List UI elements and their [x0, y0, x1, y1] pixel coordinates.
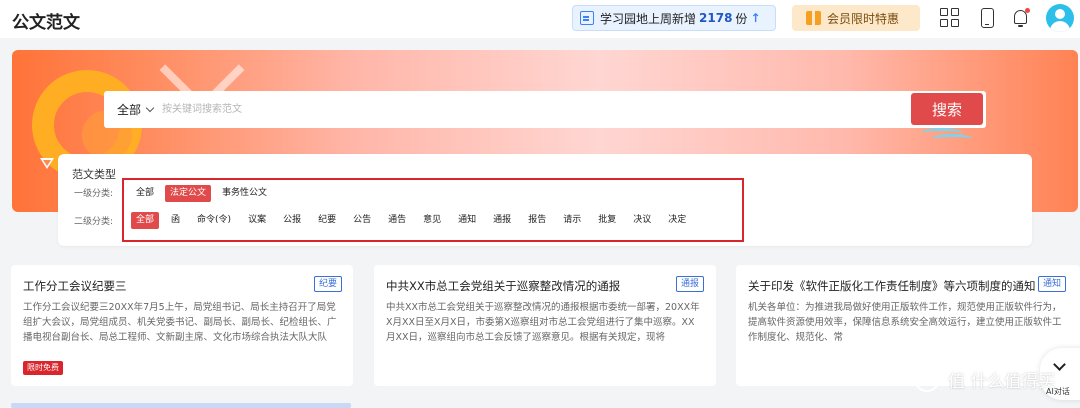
top-bar: 公文范文 学习园地上周新增 2178 份 ↑ 会员限时特惠: [0, 0, 1080, 38]
card-excerpt: 工作分工会议纪要三20XX年7月5上午，局党组书记、局长主持召开了局党组扩大会议…: [23, 302, 337, 343]
watermark-text: 值 什么值得买: [948, 371, 1056, 392]
card-title[interactable]: 工作分工会议纪要三: [23, 278, 127, 294]
search-scope-select[interactable]: 全部: [117, 101, 155, 118]
level2-category-chip[interactable]: 意见: [418, 212, 446, 229]
level2-category-chip[interactable]: 批复: [593, 212, 621, 229]
card-title[interactable]: 中共XX市总工会党组关于巡察整改情况的通报: [386, 278, 620, 294]
search-input[interactable]: [162, 97, 902, 121]
card-title[interactable]: 关于印发《软件正版化工作责任制度》等六项制度的通知: [748, 278, 1036, 294]
level2-category-chip[interactable]: 通知: [453, 212, 481, 229]
decorative-wave: [932, 134, 972, 144]
level2-category-chip[interactable]: 全部: [131, 212, 160, 229]
chevron-down-icon: [145, 103, 155, 112]
notice-prefix: 学习园地上周新增: [600, 11, 697, 26]
watermark-logo-icon: [914, 366, 940, 392]
level2-category-chip[interactable]: 公告: [348, 212, 376, 229]
level2-label: 二级分类:: [74, 217, 114, 227]
filter-panel: 范文类型 一级分类: 二级分类: 全部 法定公文 事务性公文 全部函命令(令) 议案公…: [58, 154, 1032, 246]
level2-category-chip[interactable]: 决议: [628, 212, 656, 229]
document-card[interactable]: 工作分工会议纪要三 纪要 工作分工会议纪要三20XX年7月5上午，局党组书记、局…: [11, 265, 353, 386]
level1-label: 一级分类:: [74, 189, 114, 199]
level1-category-chip[interactable]: 法定公文: [165, 185, 212, 202]
document-card[interactable]: 中共XX市总工会党组关于巡察整改情况的通报 通报 中共XX市总工会党组关于巡察整…: [374, 265, 716, 386]
grid-icon[interactable]: [940, 8, 960, 28]
card-excerpt: 机关各单位：为推进我局做好使用正版软件工作，规范使用正版软件行为，提高软件资源使…: [748, 302, 1062, 343]
update-notice[interactable]: 学习园地上周新增 2178 份 ↑: [572, 5, 776, 31]
notice-suffix: 份: [735, 11, 748, 26]
watermark: 值 什么值得买: [914, 366, 1055, 392]
level2-category-chip[interactable]: 通告: [383, 212, 411, 229]
avatar[interactable]: [1046, 4, 1074, 32]
card-type-tag[interactable]: 通知: [1038, 276, 1067, 292]
level2-category-chip[interactable]: 函: [166, 212, 185, 229]
gift-icon: [806, 11, 821, 25]
search-button[interactable]: 搜索: [911, 93, 983, 125]
level1-category-chip[interactable]: 事务性公文: [217, 185, 272, 202]
level1-chips: 全部 法定公文 事务性公文: [131, 185, 278, 202]
card-type-tag[interactable]: 通报: [676, 276, 705, 292]
vip-promo-button[interactable]: 会员限时特惠: [792, 5, 920, 31]
vip-label: 会员限时特惠: [827, 11, 900, 26]
arrow-up-icon: ↑: [750, 11, 761, 25]
card-excerpt: 中共XX市总工会党组关于巡察整改情况的通报根据市委统一部署，20XX年X月XX日…: [386, 302, 700, 343]
search-scope-label: 全部: [117, 103, 142, 117]
level2-category-chip[interactable]: 请示: [558, 212, 586, 229]
level2-category-chip[interactable]: 决定: [663, 212, 691, 229]
next-card-edge: [11, 403, 351, 408]
document-icon: [580, 11, 594, 25]
level2-category-chip[interactable]: 公报: [278, 212, 306, 229]
notice-count: 2178: [699, 11, 733, 25]
level2-category-chip[interactable]: 通报: [488, 212, 516, 229]
level2-category-chip[interactable]: 纪要: [313, 212, 341, 229]
phone-icon[interactable]: [978, 8, 998, 28]
brand-title[interactable]: 公文范文: [12, 8, 80, 33]
card-type-tag[interactable]: 纪要: [314, 276, 343, 292]
level2-chips: 全部函命令(令) 议案 公报 纪要 公告 通告 意见 通知 通报 报告 请示 批复 决议 决定: [131, 212, 698, 229]
filter-title: 范文类型: [72, 168, 116, 181]
search-bar: 全部 搜索: [104, 91, 986, 128]
level2-category-chip[interactable]: 报告: [523, 212, 551, 229]
level1-category-chip[interactable]: 全部: [131, 185, 159, 202]
free-badge: 限时免费: [23, 361, 63, 375]
level2-category-chip[interactable]: 命令(令): [192, 212, 236, 229]
bell-icon[interactable]: [1011, 8, 1031, 28]
decorative-triangle: [40, 158, 54, 169]
level2-category-chip[interactable]: 议案: [243, 212, 271, 229]
